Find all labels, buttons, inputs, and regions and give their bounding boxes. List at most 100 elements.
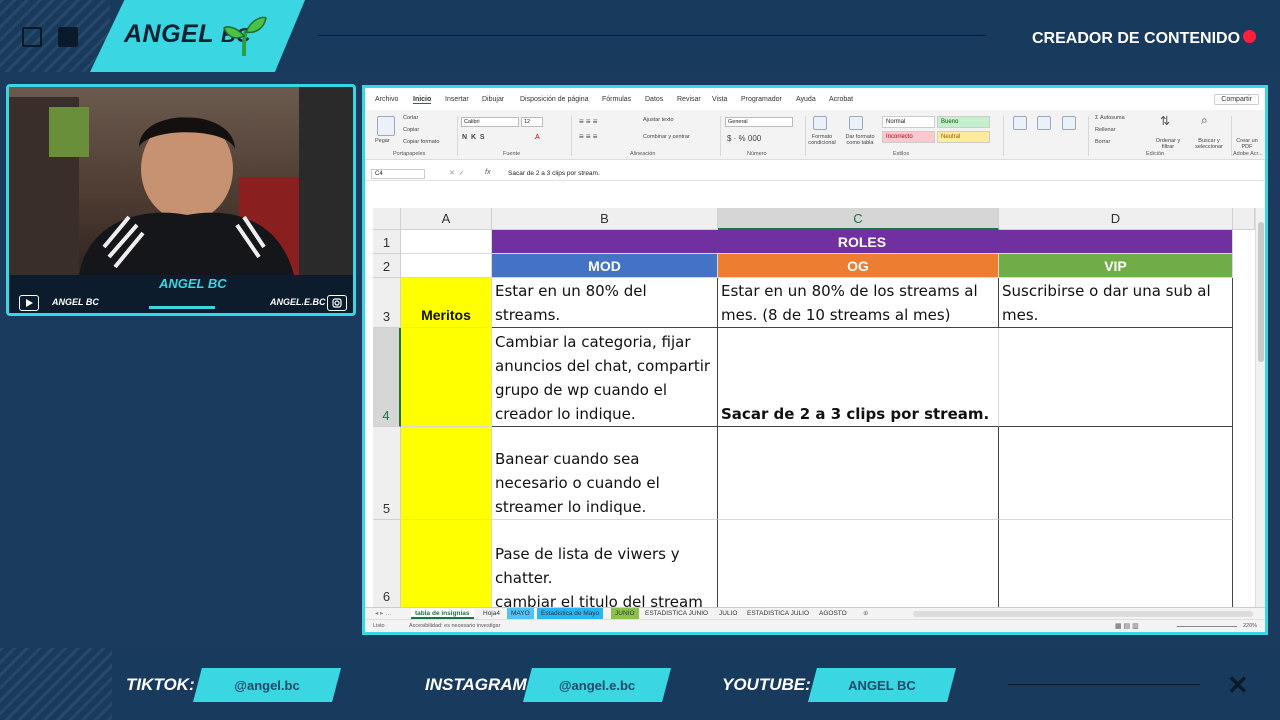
sheet-tab-estadistica-julio[interactable]: ESTADISTICA JULIO xyxy=(743,608,813,619)
select-all-corner[interactable] xyxy=(373,208,401,230)
tab-revisar[interactable]: Revisar xyxy=(677,96,701,103)
font-size-select[interactable]: 12 xyxy=(521,117,543,127)
row-header-1[interactable]: 1 xyxy=(373,230,401,254)
bold-button[interactable]: N K S xyxy=(462,134,485,141)
format-as-table-button[interactable]: Dar formato como tabla xyxy=(841,134,879,146)
align-icons[interactable]: ≡ ≡ ≡ xyxy=(579,117,597,126)
sheet-tab-estadistica-mayo[interactable]: Estadistica de Mayo xyxy=(537,608,604,619)
cell-a1[interactable] xyxy=(401,230,492,254)
sort-filter-button[interactable]: Ordenar y filtrar xyxy=(1151,138,1185,150)
share-button[interactable]: Compartir xyxy=(1214,94,1259,105)
cell-og-header[interactable]: OG xyxy=(718,254,999,278)
delete-cells-icon[interactable] xyxy=(1037,116,1051,130)
insert-cells-icon[interactable] xyxy=(1013,116,1027,130)
column-header-c[interactable]: C xyxy=(718,208,999,230)
tab-inicio[interactable]: Inicio xyxy=(413,96,432,104)
merge-center-button[interactable]: Combinar y centrar xyxy=(643,134,690,140)
sheet-tab-junio[interactable]: JUNIO xyxy=(611,608,639,619)
autosum-button[interactable]: Σ Autosuma xyxy=(1095,115,1125,121)
tab-vista[interactable]: Vista xyxy=(712,96,727,103)
clear-button[interactable]: Borrar xyxy=(1095,139,1110,145)
tab-datos[interactable]: Datos xyxy=(645,96,663,103)
sheet-tab-tabla[interactable]: tabla de insignias xyxy=(411,608,474,619)
sheet-tab-mayo[interactable]: MAYO xyxy=(507,608,534,619)
tab-acrobat[interactable]: Acrobat xyxy=(829,96,853,103)
view-mode-icons[interactable]: ▦ ▤ ▥ xyxy=(1115,622,1139,630)
fx-icon[interactable]: fx xyxy=(485,169,490,176)
cell-d6[interactable] xyxy=(999,520,1233,608)
cell-b3[interactable]: Estar en un 80% del streams. xyxy=(492,278,718,328)
zoom-slider[interactable] xyxy=(1177,626,1237,627)
sheet-nav-arrows[interactable]: ◂ ▸ … xyxy=(371,608,396,619)
sort-icon[interactable]: ⇅ xyxy=(1160,114,1170,128)
name-box[interactable]: C4 xyxy=(371,169,425,179)
row-header-4[interactable]: 4 xyxy=(373,328,401,427)
row-header-5[interactable]: 5 xyxy=(373,427,401,520)
cell-mod-header[interactable]: MOD xyxy=(492,254,718,278)
horizontal-scrollbar[interactable] xyxy=(913,611,1253,617)
create-pdf-button[interactable]: Crear un PDF xyxy=(1233,138,1261,150)
scroll-thumb[interactable] xyxy=(1258,222,1264,362)
style-bad[interactable]: Incorrecto xyxy=(882,131,935,143)
add-sheet-icon[interactable]: ⊕ xyxy=(859,608,872,619)
row-header-2[interactable]: 2 xyxy=(373,254,401,278)
format-table-icon[interactable] xyxy=(849,116,863,130)
cell-b5[interactable]: Banear cuando sea necesario o cuando el … xyxy=(492,427,718,520)
style-neutral[interactable]: Neutral xyxy=(937,131,990,143)
formula-input[interactable]: Sacar de 2 a 3 clips por stream. xyxy=(508,170,600,177)
column-header-e[interactable] xyxy=(1233,208,1255,230)
cell-a5[interactable] xyxy=(401,427,492,520)
cell-b6[interactable]: Pase de lista de viwers y chatter. cambi… xyxy=(492,520,718,608)
cell-roles-header[interactable]: ROLES xyxy=(492,230,1233,254)
cell-b4[interactable]: Cambiar la categoria, fijar anuncios del… xyxy=(492,328,718,427)
sheet-tab-estadistica-junio[interactable]: ESTADISTICA JUNIO xyxy=(641,608,712,619)
font-color-button[interactable]: A xyxy=(535,134,540,141)
style-good[interactable]: Bueno xyxy=(937,116,990,128)
tab-formulas[interactable]: Fórmulas xyxy=(602,96,631,103)
sheet-tab-julio[interactable]: JULIO xyxy=(715,608,741,619)
conditional-format-icon[interactable] xyxy=(813,116,827,130)
cut-button[interactable]: Cortar xyxy=(403,115,418,121)
column-header-b[interactable]: B xyxy=(492,208,718,230)
align-icons-row2[interactable]: ≡ ≡ ≡ xyxy=(579,132,597,141)
format-painter-button[interactable]: Copiar formato xyxy=(403,139,439,145)
cell-a2[interactable] xyxy=(401,254,492,278)
copy-button[interactable]: Copiar xyxy=(403,127,419,133)
tab-dibujar[interactable]: Dibujar xyxy=(482,96,504,103)
find-select-button[interactable]: Buscar y seleccionar xyxy=(1189,138,1229,150)
tab-ayuda[interactable]: Ayuda xyxy=(796,96,816,103)
format-cells-icon[interactable] xyxy=(1062,116,1076,130)
conditional-format-button[interactable]: Formato condicional xyxy=(805,134,839,146)
currency-percent-buttons[interactable]: $ · % 000 xyxy=(727,134,761,143)
sheet-tab-hoja4[interactable]: Hoja4 xyxy=(479,608,504,619)
column-header-d[interactable]: D xyxy=(999,208,1233,230)
font-name-select[interactable]: Calibri xyxy=(461,117,519,127)
cell-d4[interactable] xyxy=(999,328,1233,427)
cell-c6[interactable] xyxy=(718,520,999,608)
cell-vip-header[interactable]: VIP xyxy=(999,254,1233,278)
zoom-level[interactable]: 220% xyxy=(1243,623,1257,629)
sheet-tab-agosto[interactable]: AGOSTO xyxy=(815,608,851,619)
tab-programador[interactable]: Programador xyxy=(741,96,782,103)
cell-d3[interactable]: Suscribirse o dar una sub al mes. xyxy=(999,278,1233,328)
style-normal[interactable]: Normal xyxy=(882,116,935,128)
search-icon[interactable]: ⌕ xyxy=(1201,113,1208,128)
fill-button[interactable]: Rellenar xyxy=(1095,127,1115,133)
status-accessibility[interactable]: Accesibilidad: es necesario investigar xyxy=(409,623,500,629)
cell-meritos[interactable]: Meritos xyxy=(401,278,492,328)
paste-icon[interactable] xyxy=(377,116,395,136)
number-format-select[interactable]: General xyxy=(725,117,793,127)
cell-a4[interactable] xyxy=(401,328,492,427)
cell-c3[interactable]: Estar en un 80% de los streams al mes. (… xyxy=(718,278,999,328)
tab-archivo[interactable]: Archivo xyxy=(375,96,398,103)
cell-d5[interactable] xyxy=(999,427,1233,520)
row-header-6[interactable]: 6 xyxy=(373,520,401,608)
cell-c4-selected[interactable]: Sacar de 2 a 3 clips por stream. xyxy=(718,328,999,427)
cell-a6[interactable] xyxy=(401,520,492,608)
tab-insertar[interactable]: Insertar xyxy=(445,96,469,103)
vertical-scrollbar[interactable] xyxy=(1255,208,1265,607)
wrap-text-button[interactable]: Ajustar texto xyxy=(643,117,674,123)
column-header-a[interactable]: A xyxy=(401,208,492,230)
cell-c5[interactable] xyxy=(718,427,999,520)
tab-disposicion[interactable]: Disposición de página xyxy=(520,96,589,103)
